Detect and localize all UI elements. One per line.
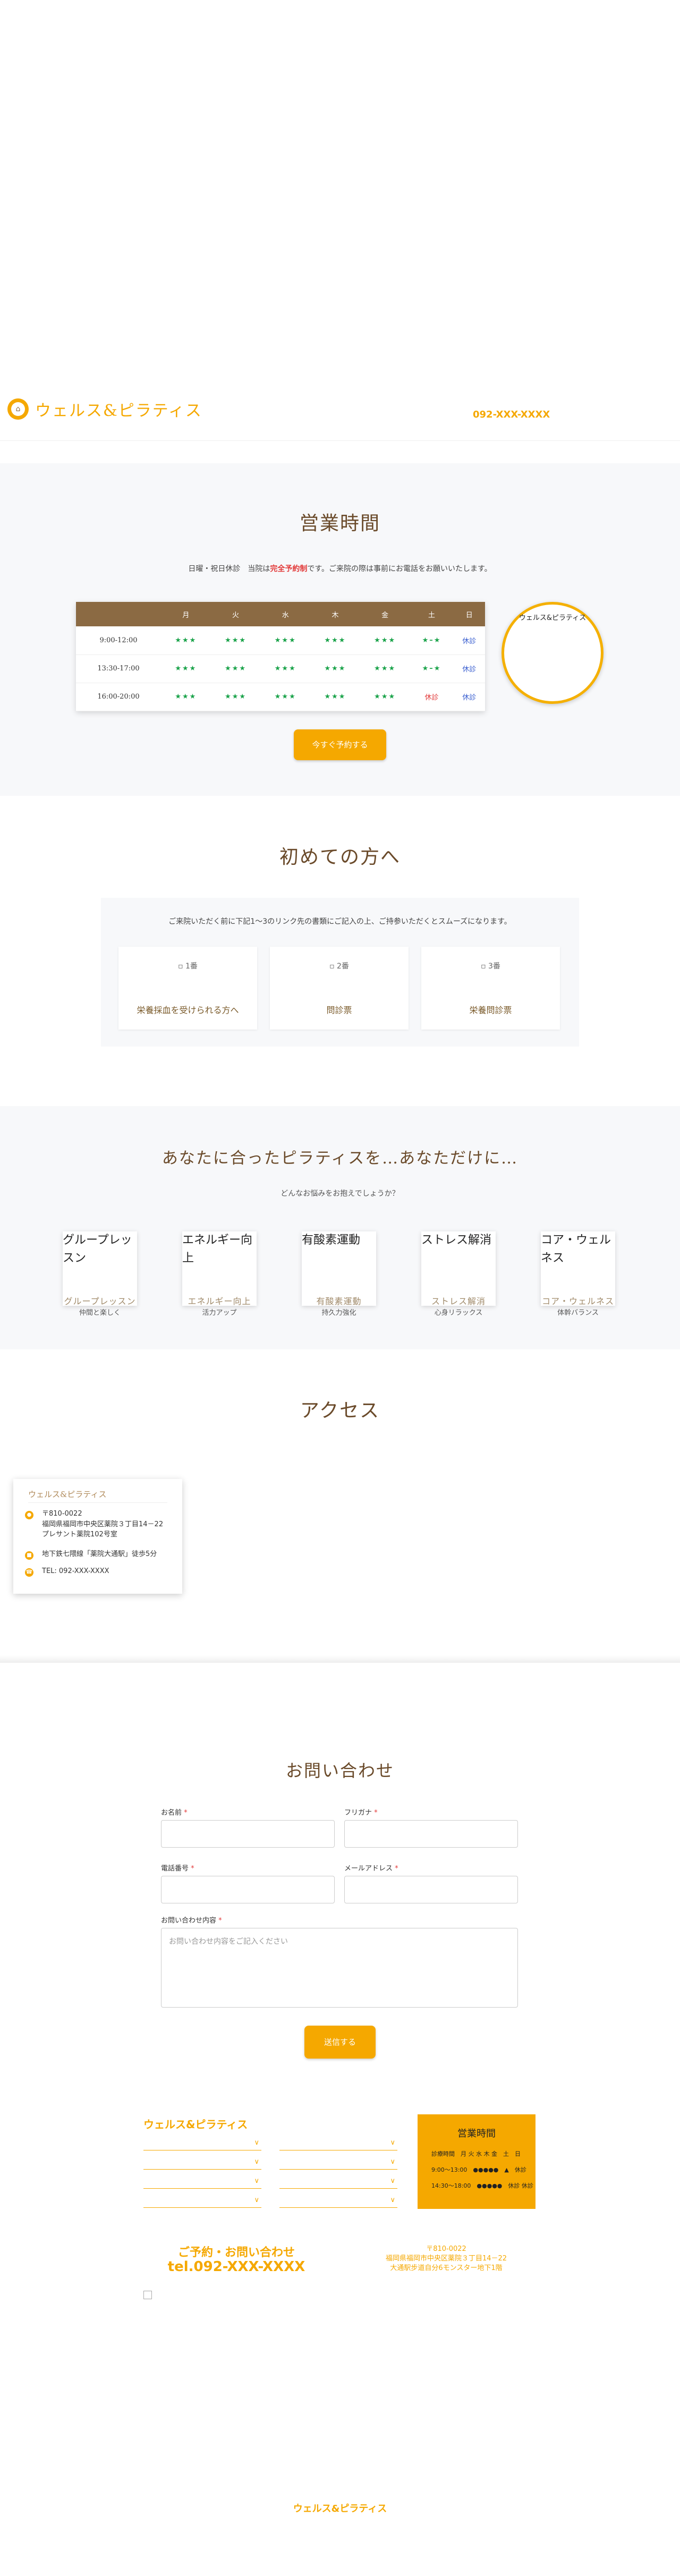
day-header: 金 [360,602,410,626]
footer-link[interactable]: ∨ [143,2175,261,2189]
footer-link[interactable]: ∨ [279,2175,397,2189]
name-field[interactable] [161,1820,335,1848]
access-train: 地下鉄七隈線「薬院大通駅」徒歩5分 [42,1550,157,1558]
hours-row: 16:00-20:00 ★★★ ★★★ ★★★ ★★★ ★★★ 休診 休診 [76,683,485,711]
day-header: 月 [161,602,211,626]
section-divider [0,1655,680,1663]
pilates-image: コア・ウェルネス [541,1234,611,1265]
footer-link[interactable]: ∨ [279,2194,397,2208]
message-label: お問い合わせ内容 * [161,1917,222,1925]
hours-row: 9:00-12:00 ★★★ ★★★ ★★★ ★★★ ★★★ ★–★ 休診 [76,626,485,655]
kana-field[interactable] [344,1820,518,1848]
footer-contact-label: ご予約・お問い合わせ [177,2246,295,2259]
phone-label: 電話番号 * [161,1865,194,1873]
hours-header-empty [76,602,161,626]
hours-time: 9:00-12:00 [76,626,161,655]
step-image: ▫ 1番 [178,962,198,971]
email-label: メールアドレス * [344,1865,398,1873]
step-card-1[interactable]: ▫ 1番 栄養採血を受けられる方へ [118,947,257,1030]
pilates-sub: 持久力強化 [321,1309,356,1317]
pilates-subtitle: どんなお悩みをお抱えでしょうか？ [280,1189,400,1198]
access-address: 〒810-0022 福岡県福岡市中央区薬院３丁目14－22 プレサント薬院102… [42,1510,164,1538]
footer-link[interactable]: ∨ [143,2194,261,2208]
pilates-name: 有酸素運動 [316,1296,362,1306]
access-phone[interactable]: TEL: 092-XXX-XXXX [42,1566,109,1577]
step-image: ▫ 2番 [329,962,349,971]
access-card-title: ウェルス&ピラティス [28,1490,107,1499]
day-header: 土 [410,602,454,626]
footer-hours-box: 営業時間 診療時間 月 火 水 木 金 土 日 9:00～13:00 ●●●●●… [418,2114,536,2209]
pilates-sub: 体幹バランス [557,1309,599,1317]
step-label: 栄養問診票 [469,1005,512,1015]
hours-time: 16:00-20:00 [76,683,161,711]
pilates-image: エネルギー向上 [182,1234,253,1265]
message-textarea[interactable]: お問い合わせ内容をご記入ください [161,1928,518,2008]
footer-address: 大通駅步道自分6モンスター地下1階 [390,2264,503,2272]
logo-icon[interactable]: ⌂ [7,398,29,420]
step-label: 問診票 [326,1005,352,1015]
pilates-title: あなたに合ったピラティスを…あなただけに… [162,1149,518,1168]
pilates-image: グループレッスン [63,1234,132,1265]
kana-label: フリガナ * [344,1809,378,1817]
footer-link[interactable]: ∨ [143,2137,261,2150]
footer-bottom-brand[interactable]: ウェルス&ピラティス [0,2501,680,2515]
submit-button[interactable]: 送信する [304,2026,376,2059]
pilates-name: コア・ウェルネス [541,1296,614,1306]
pilates-image: 有酸素運動 [302,1234,361,1247]
hours-row: 13:30-17:00 ★★★ ★★★ ★★★ ★★★ ★★★ ★–★ 休診 [76,654,485,683]
site-header: ⌂ ウェルス&ピラティス 092-XXX-XXXX [0,393,680,441]
header-phone-link[interactable]: 092-XXX-XXXX [473,409,550,420]
brand-name[interactable]: ウェルス&ピラティス [35,397,202,421]
hours-title: 営業時間 [299,513,380,534]
footer-brand[interactable]: ウェルス&ピラティス [143,2116,248,2131]
hours-badge-circle: ウェルス&ピラティス [502,602,604,704]
footer-link[interactable]: ∨ [279,2156,397,2170]
footer-address: 福岡県福岡市中央区薬院３丁目14－22 [385,2255,507,2263]
day-header: 木 [310,602,360,626]
footer-hours-header: 診療時間 月 火 水 木 金 土 日 [431,2150,521,2157]
footer-zip: 〒810-0022 [426,2245,466,2253]
pilates-image: ストレス解消 [421,1234,492,1247]
name-label: お名前 * [161,1809,188,1817]
pilates-sub: 活力アップ [202,1309,237,1317]
first-visit-note: ご来院いただく前に下記1～3のリンク先の書類にご記入の上、ご持参いただくとスムー… [168,917,512,926]
access-title: アクセス [300,1400,380,1422]
reserve-button[interactable]: 今すぐ予約する [294,729,386,760]
pilates-name: グループレッスン [64,1296,136,1306]
day-header: 日 [453,602,485,626]
step-card-2[interactable]: ▫ 2番 問診票 [270,947,409,1030]
footer-link[interactable]: ∨ [143,2156,261,2170]
pilates-name: ストレス解消 [431,1296,486,1306]
access-card: ウェルス&ピラティス ● 〒810-0022 福岡県福岡市中央区薬院３丁目14－… [13,1479,182,1594]
phone-field[interactable] [161,1876,335,1903]
access-divider [28,1502,167,1503]
phone-icon: ☎ [25,1568,33,1577]
step-card-3[interactable]: ▫ 3番 栄養問診票 [421,947,560,1030]
train-icon: ■ [25,1551,33,1560]
footer-hours-title: 営業時間 [457,2128,496,2139]
contact-title: お問い合わせ [285,1761,394,1781]
email-field[interactable] [344,1876,518,1903]
hours-note: 日曜・祝日休診 当院は完全予約制です。ご来院の際は事前にお電話をお願いいたします… [188,565,492,573]
pilates-name: エネルギー向上 [188,1296,251,1306]
footer-link[interactable]: ∨ [279,2137,397,2150]
day-header: 水 [260,602,311,626]
footer-phone-link[interactable]: tel.092-XXX-XXXX [143,2259,329,2275]
location-pin-icon: ● [25,1511,33,1519]
step-label: 栄養採血を受けられる方へ [137,1005,239,1015]
day-header: 火 [210,602,261,626]
footer-hours-row: 9:00～13:00 ●●●●● ▲ 休診 [431,2166,526,2173]
pilates-sub: 心身リラックス [434,1309,483,1317]
first-visit-title: 初めての方へ [279,846,401,868]
hours-time: 13:30-17:00 [76,654,161,683]
broken-image-icon [143,2291,152,2299]
hours-table: 月 火 水 木 金 土 日 9:00-12:00 ★★★ ★★★ ★★★ ★★★… [76,602,485,711]
footer-hours-row: 14:30～18:00 ●●●●● 休診 休診 [431,2182,533,2189]
pilates-sub: 仲間と楽しく [79,1309,121,1317]
step-image: ▫ 3番 [481,962,500,971]
